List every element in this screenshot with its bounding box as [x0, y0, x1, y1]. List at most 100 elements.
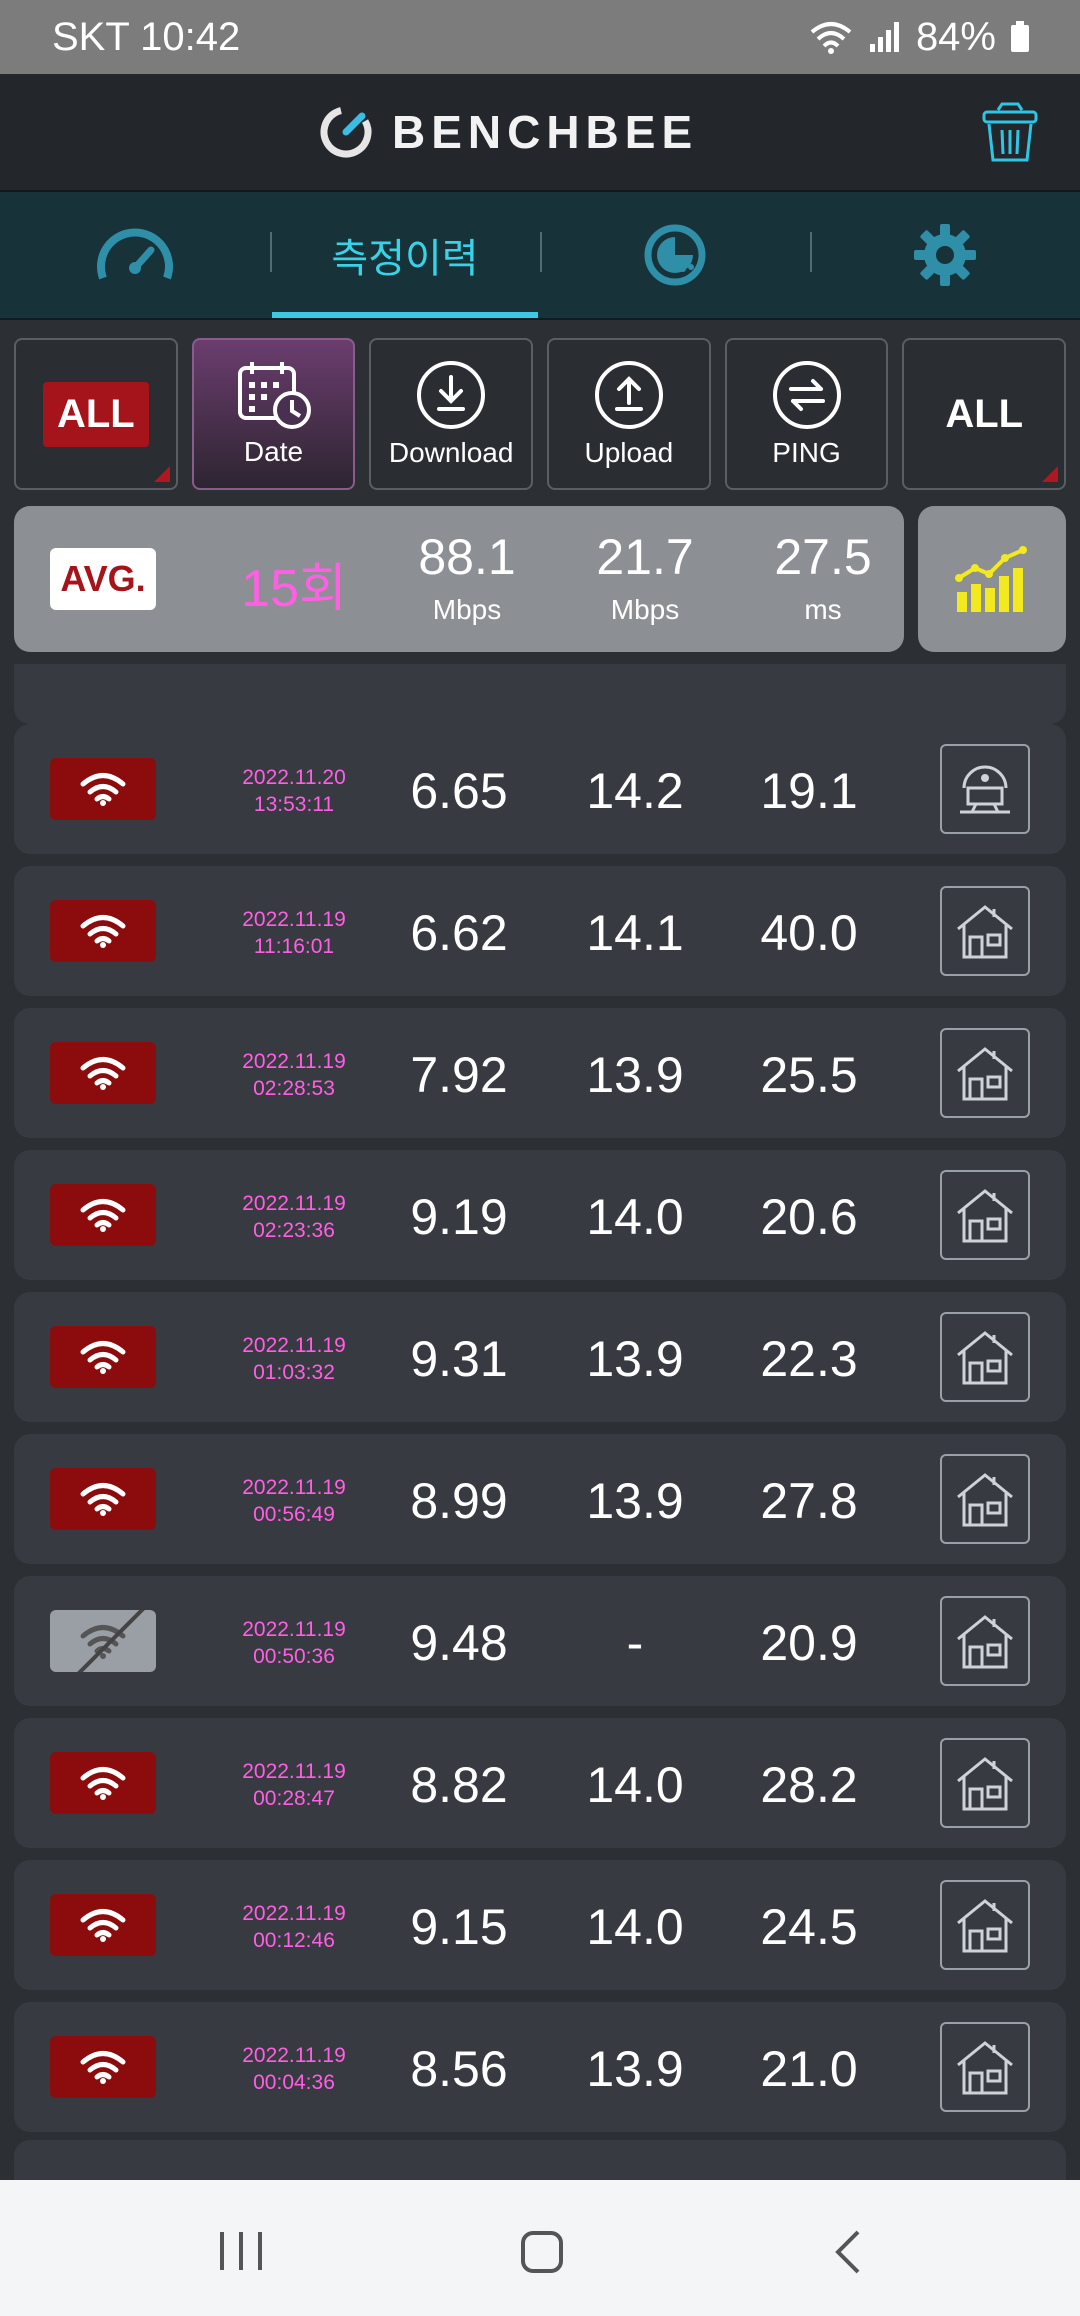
place-button[interactable] [940, 744, 1030, 834]
download-icon [417, 361, 486, 429]
record-download: 9.48 [410, 1615, 508, 1671]
wifi-icon [80, 1341, 126, 1374]
back-icon[interactable] [832, 2228, 862, 2276]
list-item[interactable]: 2022.11.19 00:50:36 9.48 - 20.9 [14, 1576, 1066, 1706]
record-datetime: 2022.11.19 00:28:47 [194, 1758, 394, 1812]
avg-download: 88.1 Mbps [392, 532, 542, 626]
record-download: 6.62 [410, 905, 508, 961]
wifi-icon [80, 915, 126, 948]
history-list[interactable]: 2022.11.20 13:53:11 6.65 14.2 19.1 2022.11.19… [0, 664, 1080, 2180]
wifi-icon [80, 773, 126, 806]
place-button[interactable] [940, 1880, 1030, 1970]
speedometer-icon [97, 228, 173, 280]
sort-date-button[interactable]: Date [191, 338, 356, 490]
record-time: 02:23:36 [253, 1219, 335, 1242]
status-bar: SKT 10:42 84% [0, 0, 1080, 74]
list-item[interactable]: 2022.11.19 02:28:53 7.92 13.9 25.5 [14, 1008, 1066, 1138]
house-icon [957, 1757, 1013, 1811]
sort-upload-label: Upload [584, 437, 674, 468]
avg-upload: 21.7 Mbps [570, 532, 720, 626]
carrier-time: SKT 10:42 [52, 14, 241, 59]
tab-statistics[interactable] [540, 192, 810, 318]
recent-apps-icon[interactable] [218, 2230, 264, 2272]
record-date: 2022.11.19 [242, 1476, 346, 1499]
wifi-icon [80, 1483, 126, 1516]
place-button[interactable] [940, 1454, 1030, 1544]
list-item[interactable]: 2022.11.19 02:23:36 9.19 14.0 20.6 [14, 1150, 1066, 1280]
place-filter-button[interactable]: ALL [902, 338, 1067, 490]
house-icon [957, 1473, 1013, 1527]
wifi-icon [80, 1199, 126, 1232]
record-ping: 28.2 [760, 1757, 858, 1813]
list-item[interactable]: 2022.11.19 00:12:46 9.15 14.0 24.5 [14, 1860, 1066, 1990]
home-icon[interactable] [520, 2230, 564, 2274]
list-item-partial-bottom [14, 2140, 1066, 2180]
record-time: 00:28:47 [253, 1787, 335, 1810]
house-icon [957, 1899, 1013, 1953]
record-datetime: 2022.11.19 01:03:32 [194, 1332, 394, 1386]
upload-icon [594, 361, 663, 429]
place-button[interactable] [940, 1170, 1030, 1260]
record-datetime: 2022.11.20 13:53:11 [194, 764, 394, 818]
avg-upload-value: 21.7 [596, 529, 694, 585]
place-button[interactable] [940, 1028, 1030, 1118]
record-ping: 40.0 [760, 905, 858, 961]
app-header: BENCHBEE [0, 74, 1080, 192]
calendar-clock-icon [237, 362, 311, 429]
record-ping: 21.0 [760, 2041, 858, 2097]
network-type-badge [50, 1894, 156, 1956]
trash-icon[interactable] [980, 102, 1040, 164]
sort-download-button[interactable]: Download [369, 338, 534, 490]
tab-speed-test[interactable] [0, 192, 270, 318]
place-button[interactable] [940, 886, 1030, 976]
house-icon [957, 1331, 1013, 1385]
system-nav-bar [0, 2180, 1080, 2316]
avg-ping: 27.5 ms [748, 532, 898, 626]
record-upload: - [626, 1615, 644, 1671]
tab-history-label: 측정이력 [331, 236, 479, 282]
sort-upload-button[interactable]: Upload [547, 338, 711, 490]
tab-settings[interactable] [810, 192, 1080, 318]
list-item[interactable]: 2022.11.19 00:56:49 8.99 13.9 27.8 [14, 1434, 1066, 1564]
graph-view-button[interactable] [918, 506, 1066, 652]
tab-history[interactable]: 측정이력 [270, 192, 540, 318]
status-icons: 84% [808, 15, 1030, 60]
network-filter-button[interactable]: ALL [14, 338, 178, 490]
place-button[interactable] [940, 1312, 1030, 1402]
house-icon [957, 905, 1013, 959]
record-download: 8.99 [410, 1473, 508, 1529]
network-type-badge [50, 1326, 156, 1388]
house-icon [957, 1047, 1013, 1101]
record-upload: 14.1 [586, 905, 684, 961]
network-type-badge [50, 1184, 156, 1246]
record-time: 02:28:53 [253, 1077, 335, 1100]
wifi-icon [80, 1057, 126, 1090]
house-icon [957, 2041, 1013, 2095]
place-button[interactable] [940, 1596, 1030, 1686]
list-item[interactable]: 2022.11.19 00:28:47 8.82 14.0 28.2 [14, 1718, 1066, 1848]
record-date: 2022.11.19 [242, 2044, 346, 2067]
record-ping: 19.1 [760, 763, 858, 819]
list-item[interactable]: 2022.11.20 13:53:11 6.65 14.2 19.1 [14, 724, 1066, 854]
sort-ping-button[interactable]: PING [724, 338, 889, 490]
list-item[interactable]: 2022.11.19 00:04:36 8.56 13.9 21.0 [14, 2002, 1066, 2132]
record-ping: 22.3 [760, 1331, 858, 1387]
wifi-off-icon [77, 1610, 145, 1672]
record-date: 2022.11.20 [242, 766, 346, 789]
record-download: 9.19 [410, 1189, 508, 1245]
list-item[interactable]: 2022.11.19 11:16:01 6.62 14.1 40.0 [14, 866, 1066, 996]
lab-place-icon [960, 765, 1010, 814]
record-date: 2022.11.19 [242, 1760, 346, 1783]
record-datetime: 2022.11.19 00:56:49 [194, 1474, 394, 1528]
record-date: 2022.11.19 [242, 908, 346, 931]
record-datetime: 2022.11.19 02:28:53 [194, 1048, 394, 1102]
wifi-icon [80, 1767, 126, 1800]
record-ping: 24.5 [760, 1899, 858, 1955]
list-item[interactable]: 2022.11.19 01:03:32 9.31 13.9 22.3 [14, 1292, 1066, 1422]
place-button[interactable] [940, 1738, 1030, 1828]
bar-chart-trend-icon [955, 546, 1027, 612]
record-download: 9.31 [410, 1331, 508, 1387]
record-date: 2022.11.19 [242, 1050, 346, 1073]
avg-download-value: 88.1 [418, 529, 516, 585]
place-button[interactable] [940, 2022, 1030, 2112]
